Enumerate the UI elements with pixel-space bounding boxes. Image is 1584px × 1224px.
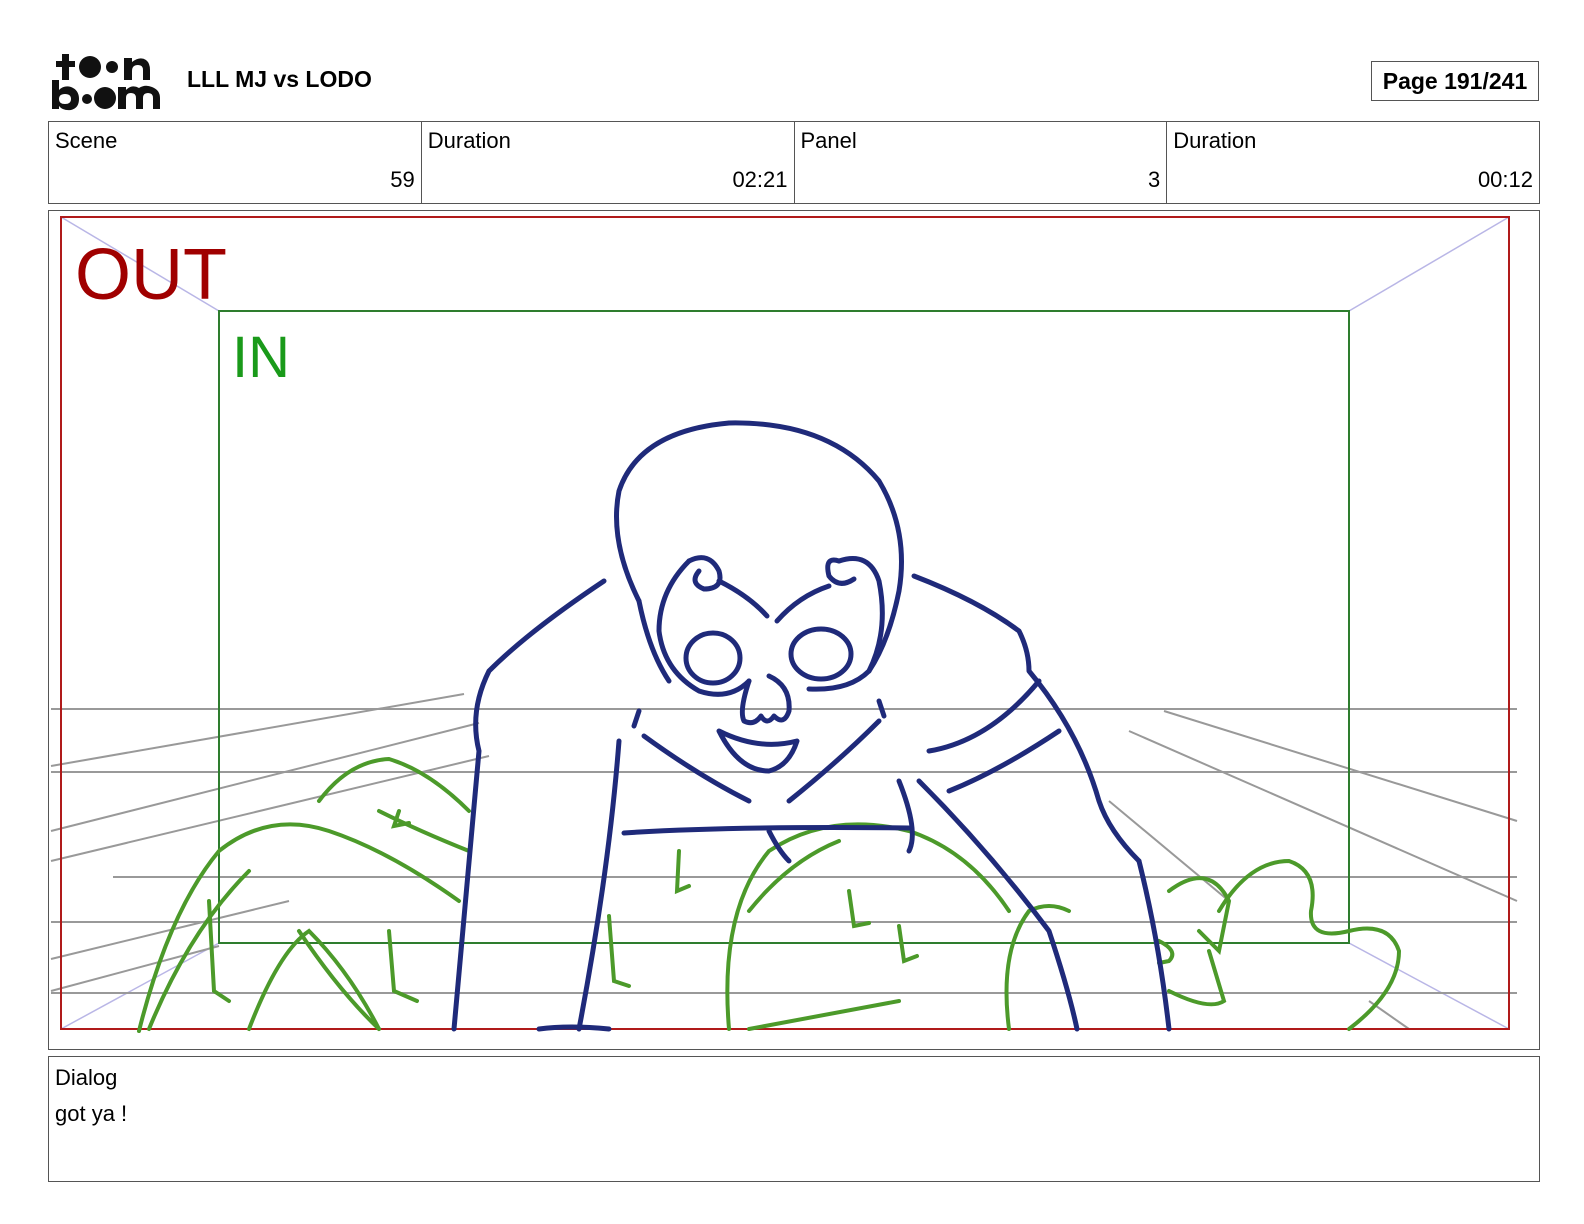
scene-cell: Scene 59 [49, 122, 422, 203]
out-frame-label: OUT [75, 235, 227, 315]
page-indicator: Page 191/241 [1371, 61, 1539, 101]
character-sketch [451, 420, 1172, 1032]
panel-duration-value: 00:12 [1477, 167, 1533, 192]
dialog-box: Dialog got ya ! [48, 1056, 1540, 1182]
in-frame-label: IN [232, 325, 290, 390]
panel-duration-cell: Duration 00:12 [1167, 122, 1539, 203]
scene-label: Scene [55, 128, 118, 153]
dialog-label: Dialog [55, 1065, 118, 1090]
panel-duration-label: Duration [1173, 128, 1257, 153]
scene-duration-cell: Duration 02:21 [422, 122, 795, 203]
storyboard-panel: OUT IN [48, 210, 1540, 1050]
toon-boom-logo [50, 50, 166, 112]
panel-cell: Panel 3 [795, 122, 1168, 203]
scene-value: 59 [390, 167, 415, 192]
panel-value: 3 [1148, 167, 1161, 192]
scene-duration-label: Duration [427, 128, 511, 153]
scene-duration-value: 02:21 [732, 167, 788, 192]
grass-strokes [137, 756, 1402, 1033]
project-title: LLL MJ vs LODO [187, 66, 372, 92]
dialog-text: got ya ! [55, 1101, 128, 1126]
panel-label: Panel [800, 128, 857, 153]
in-frame [218, 310, 1350, 944]
panel-info-table: Scene 59 Duration 02:21 Panel 3 Duration… [48, 121, 1540, 204]
